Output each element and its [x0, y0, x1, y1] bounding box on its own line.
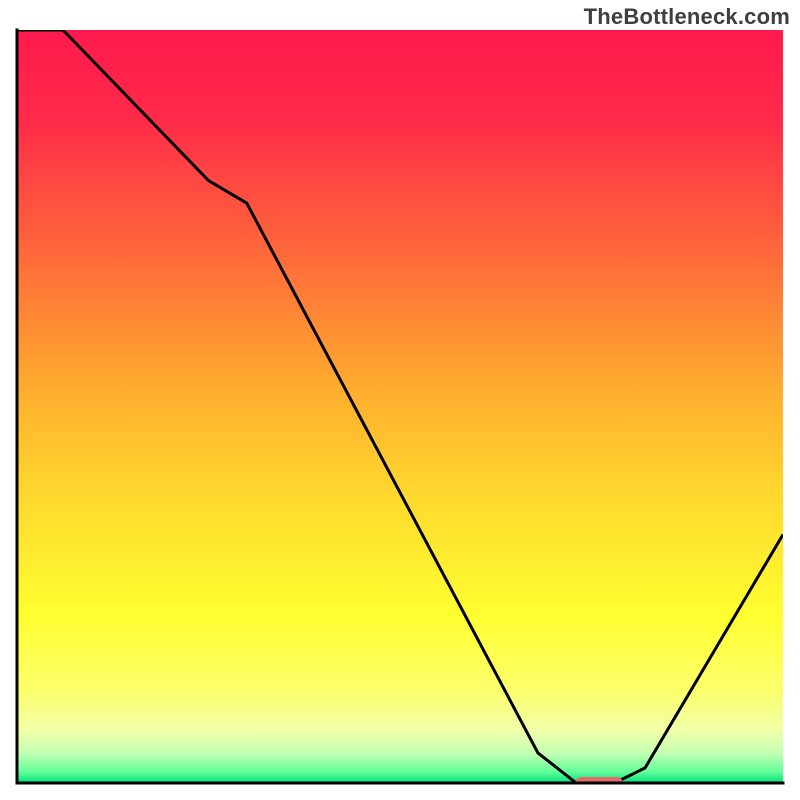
- bottleneck-chart: [0, 0, 800, 800]
- chart-container: TheBottleneck.com: [0, 0, 800, 800]
- gradient-background: [17, 30, 783, 783]
